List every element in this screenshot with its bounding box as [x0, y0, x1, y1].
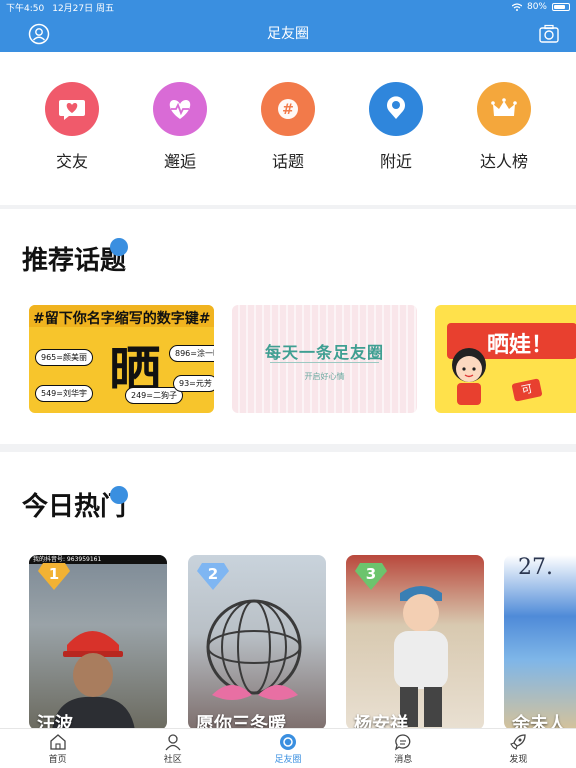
topic-title: 晒娃！: [487, 333, 554, 358]
rank-number: 1: [48, 565, 60, 583]
location-pin-icon: [369, 82, 423, 136]
hot-card[interactable]: 2 愿你三冬暖: [188, 555, 326, 730]
home-icon: [49, 733, 66, 750]
crown-icon: [477, 82, 531, 136]
quick-nav-encounter[interactable]: 邂逅: [140, 82, 220, 205]
tab-discover[interactable]: 发现: [461, 729, 576, 768]
topic-bubble: 965=颜美丽: [35, 349, 93, 366]
message-icon: [395, 733, 411, 750]
quick-nav-label: 邂逅: [163, 152, 196, 171]
topic-bubble: 896=涂一晔: [169, 345, 214, 362]
status-date: 12月27日 周五: [52, 3, 114, 14]
community-icon: [165, 733, 181, 750]
tab-circle[interactable]: 足友圈: [230, 729, 345, 768]
tab-messages[interactable]: 消息: [346, 729, 461, 768]
rank-badge: 3: [354, 561, 388, 591]
rank-badge: 1: [37, 561, 71, 591]
child-photo: [394, 586, 448, 727]
rocket-icon: [510, 733, 527, 750]
quick-nav-label: 达人榜: [479, 152, 528, 171]
topic-title: 每天一条足友圈: [264, 343, 384, 362]
tab-home[interactable]: 首页: [0, 729, 115, 768]
quick-nav-topics[interactable]: # 话题: [248, 82, 328, 205]
battery-percent: 80%: [526, 2, 547, 12]
tab-community[interactable]: 社区: [115, 729, 230, 768]
hot-card-name: 余未人: [512, 714, 566, 730]
rank-number: 2: [207, 565, 219, 583]
hot-card-headline: 27.: [518, 555, 553, 580]
quick-nav-ranking[interactable]: 达人榜: [464, 82, 544, 205]
section-dot: [110, 238, 128, 256]
tab-label: 足友圈: [274, 754, 302, 765]
heart-chat-icon: [45, 82, 99, 136]
topic-subtitle: 开启好心情: [304, 372, 345, 381]
hashtag-icon: #: [261, 82, 315, 136]
quick-nav-friends[interactable]: 交友: [32, 82, 112, 205]
topic-card[interactable]: #留下你名字缩写的数字键# 晒 965=颜美丽 896=涂一晔 549=刘华宇 …: [29, 305, 214, 413]
sculpture-photo: [206, 599, 302, 700]
tab-label: 首页: [48, 754, 67, 765]
topic-card[interactable]: 晒娃！ 可: [435, 305, 576, 413]
heartbeat-icon: [153, 82, 207, 136]
profile-icon[interactable]: [28, 23, 50, 45]
rank-badge: 2: [196, 561, 230, 591]
child-illustration: [452, 348, 486, 405]
battery-icon: [552, 3, 570, 11]
topic-bubble: 549=刘华宇: [35, 385, 93, 402]
tab-label: 消息: [394, 754, 413, 765]
hot-card[interactable]: 我的抖音号: 963959161 1 汪波: [29, 555, 167, 730]
tab-label: 社区: [163, 754, 182, 765]
bottom-tab-bar: 首页 社区 足友圈 消息 发现: [0, 728, 576, 768]
section-divider: [0, 444, 576, 452]
hot-card-name: 汪波: [37, 714, 73, 730]
rank-number: 3: [365, 565, 377, 583]
topic-underline: [270, 362, 379, 363]
section-dot: [110, 486, 128, 504]
section-divider: [0, 205, 576, 209]
topic-carousel: #留下你名字缩写的数字键# 晒 965=颜美丽 896=涂一晔 549=刘华宇 …: [0, 305, 576, 415]
hot-card[interactable]: 3 杨安祥: [346, 555, 484, 730]
quick-nav-nearby[interactable]: 附近: [356, 82, 436, 205]
status-time: 下午4:50: [6, 3, 45, 14]
header-bar: 足友圈: [0, 14, 576, 52]
tab-label: 发现: [509, 754, 528, 765]
hot-card[interactable]: 27. 余未人: [504, 555, 576, 730]
quick-nav: 交友 邂逅 # 话题 附近 达人榜: [0, 52, 576, 205]
topic-banner-text: #留下你名字缩写的数字键#: [33, 311, 211, 327]
topic-bubble: 93=元芳: [173, 375, 214, 392]
hot-card-name: 愿你三冬暖: [196, 714, 286, 730]
quick-nav-label: 交友: [55, 152, 88, 171]
hot-card-name: 杨安祥: [354, 714, 408, 730]
page-title: 足友圈: [267, 26, 309, 42]
topic-tag: 可: [511, 378, 543, 402]
circle-icon: [280, 733, 296, 750]
quick-nav-label: 话题: [271, 152, 304, 171]
camera-icon[interactable]: [538, 23, 560, 45]
topic-card[interactable]: 每天一条足友圈 开启好心情: [232, 305, 417, 413]
status-bar: 下午4:50 12月27日 周五 80%: [0, 0, 576, 14]
wifi-icon: [511, 3, 522, 11]
svg-text:#: #: [282, 102, 294, 118]
quick-nav-label: 附近: [379, 152, 412, 171]
topic-bubble: 249=二狗子: [125, 387, 183, 404]
